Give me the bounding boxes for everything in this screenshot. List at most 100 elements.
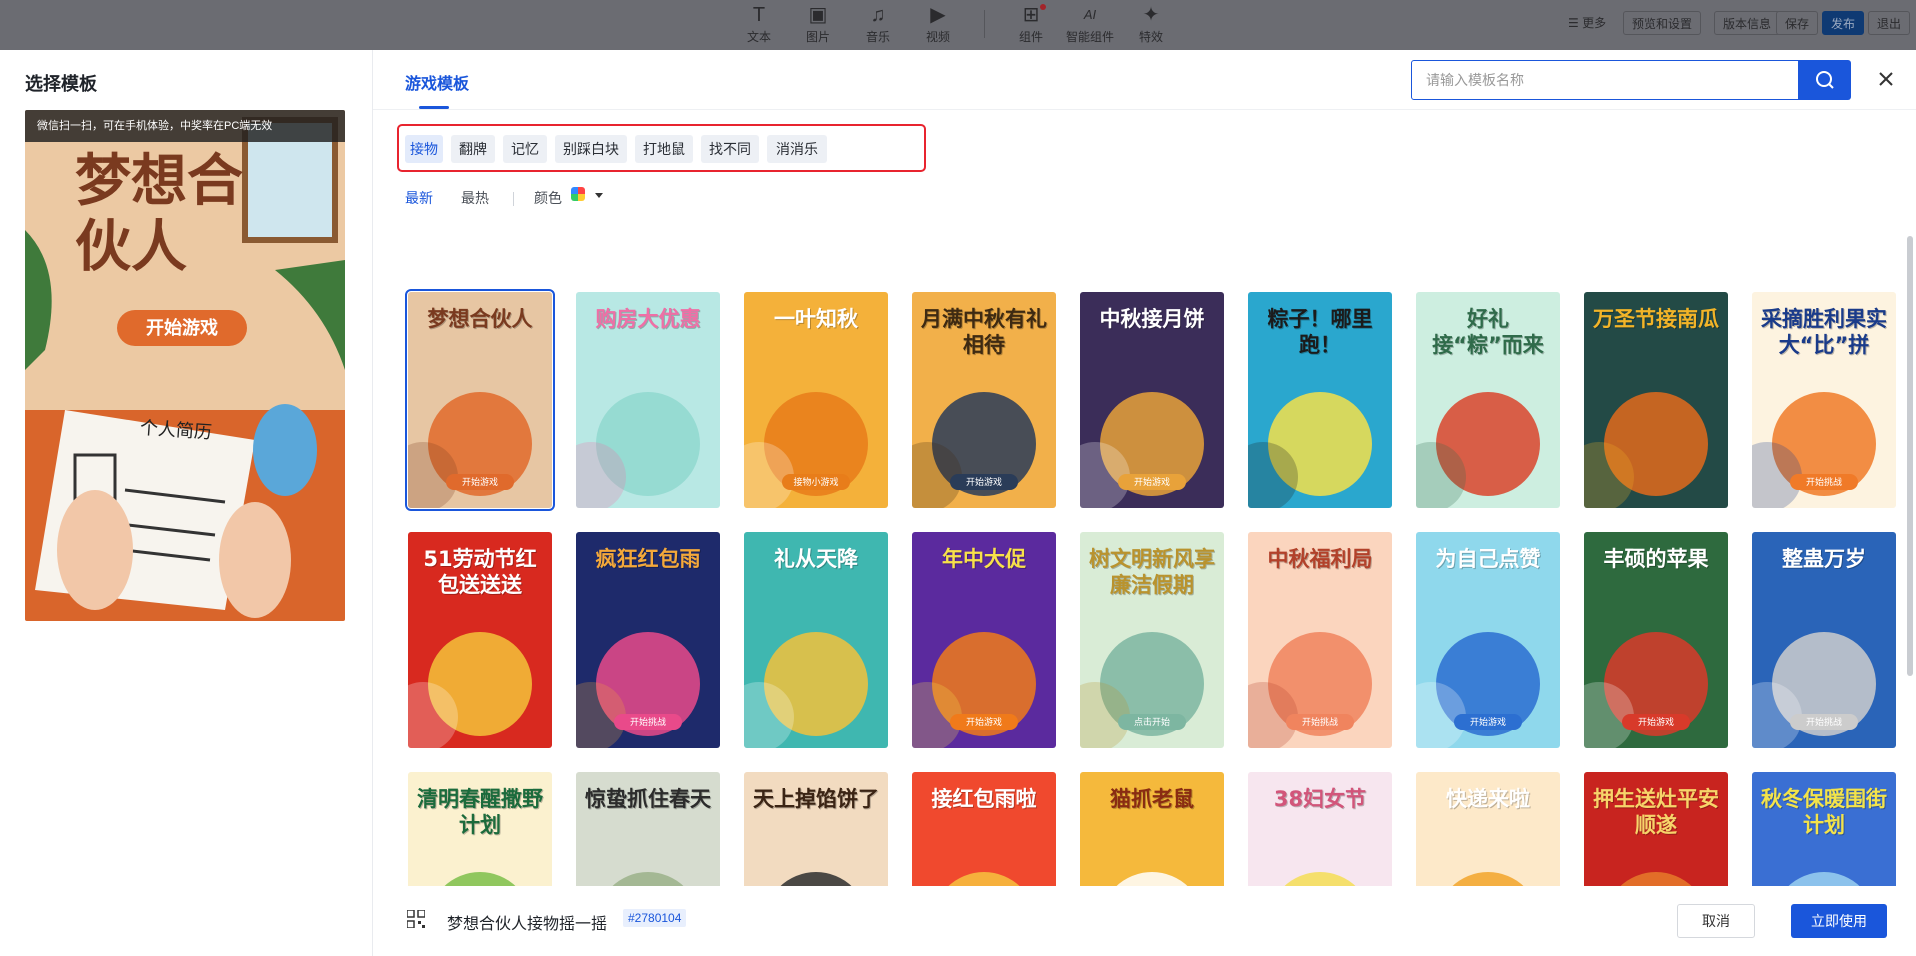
sort-hottest[interactable]: 最热 <box>461 188 489 208</box>
template-card[interactable]: 月满中秋有礼相待 开始游戏 <box>912 292 1056 508</box>
text-icon: T <box>752 4 766 26</box>
category-spot-difference[interactable]: 找不同 <box>701 135 759 163</box>
music-tool[interactable]: ♫ 音乐 <box>851 2 905 45</box>
template-card[interactable]: 万圣节接南瓜 <box>1584 292 1728 508</box>
save-button[interactable]: 保存 <box>1776 11 1819 35</box>
template-start-button: 开始游戏 <box>950 474 1018 490</box>
template-title: 天上掉馅饼了 <box>753 787 879 811</box>
toolbar-divider <box>984 10 985 38</box>
template-title: 押生送灶平安顺遂 <box>1593 787 1719 837</box>
scrollbar[interactable] <box>1907 236 1913 676</box>
color-filter-label[interactable]: 颜色 <box>534 188 562 208</box>
tab-underline <box>419 106 449 109</box>
more-label: 更多 <box>1582 16 1607 30</box>
search-icon <box>1816 71 1834 89</box>
template-card[interactable]: 一叶知秋 接物小游戏 <box>744 292 888 508</box>
template-card[interactable]: 年中大促 开始游戏 <box>912 532 1056 748</box>
image-tool[interactable]: ▣ 图片 <box>791 2 845 45</box>
tab-bar: 游戏模板 请输入模板名称 <box>373 50 1916 110</box>
template-browser: 游戏模板 请输入模板名称 接物 翻牌 记忆 别踩白块 打地鼠 找不同 消消乐 最… <box>373 50 1916 956</box>
version-info-button[interactable]: 版本信息 <box>1714 11 1781 35</box>
template-title: 采摘胜利果实大“比”拼 <box>1761 307 1887 357</box>
selected-template-id: #2780104 <box>623 909 687 927</box>
template-title: 猫抓老鼠 <box>1110 787 1194 811</box>
sort-newest[interactable]: 最新 <box>405 188 433 208</box>
effects-tool[interactable]: ✦ 特效 <box>1124 2 1178 45</box>
qrcode-icon[interactable] <box>407 910 425 928</box>
more-button[interactable]: ☰ 更多 <box>1560 11 1615 35</box>
text-tool[interactable]: T 文本 <box>732 2 786 45</box>
template-start-button: 开始挑战 <box>1790 474 1858 490</box>
category-flip[interactable]: 翻牌 <box>451 135 495 163</box>
image-icon: ▣ <box>808 4 828 26</box>
template-title: 粽子！哪里跑！ <box>1267 307 1373 357</box>
modal-title: 选择模板 <box>25 74 97 94</box>
tab-game-templates[interactable]: 游戏模板 <box>405 70 469 94</box>
category-whack-mole[interactable]: 打地鼠 <box>635 135 693 163</box>
template-start-button: 开始游戏 <box>1118 474 1186 490</box>
template-title: 好礼接“粽”而来 <box>1432 307 1544 357</box>
template-title: 丰硕的苹果 <box>1603 547 1709 571</box>
template-card[interactable]: 51劳动节红包送送送 <box>408 532 552 748</box>
ai-icon: AI <box>1083 7 1097 22</box>
template-card[interactable]: 树文明新风享廉洁假期 点击开始 <box>1080 532 1224 748</box>
exit-button[interactable]: 退出 <box>1868 11 1911 35</box>
smart-component-tool[interactable]: AI 智能组件 <box>1063 2 1117 45</box>
cancel-button[interactable]: 取消 <box>1677 904 1755 938</box>
chevron-down-icon[interactable] <box>595 193 603 198</box>
template-title: 中秋接月饼 <box>1099 307 1205 331</box>
music-tool-label: 音乐 <box>865 30 890 44</box>
video-tool-label: 视频 <box>925 30 950 44</box>
close-button[interactable] <box>1873 66 1899 92</box>
template-title: 中秋福利局 <box>1267 547 1373 571</box>
template-start-button: 开始挑战 <box>1286 714 1354 730</box>
template-start-button: 开始挑战 <box>614 714 682 730</box>
preview-settings-button[interactable]: 预览和设置 <box>1623 11 1702 35</box>
component-tool[interactable]: ⊞ 组件 <box>1004 2 1058 45</box>
template-card[interactable]: 中秋接月饼 开始游戏 <box>1080 292 1224 508</box>
template-preview: 微信扫一扫，可在手机体验，中奖率在PC端无效 梦想合伙人 开始游戏 个人简历 <box>25 110 345 621</box>
template-card[interactable]: 整蛊万岁 开始挑战 <box>1752 532 1896 748</box>
preview-card-title: 梦想合伙人 <box>75 148 243 280</box>
category-white-tiles[interactable]: 别踩白块 <box>555 135 627 163</box>
template-grid: 梦想合伙人 开始游戏 购房大优惠 一叶知秋 接物小游戏 月满中秋有礼相待 开始游戏 中秋接月饼… <box>373 236 1916 942</box>
publish-button[interactable]: 发布 <box>1822 11 1865 35</box>
template-start-button: 开始游戏 <box>1622 714 1690 730</box>
template-card[interactable]: 为自己点赞 开始游戏 <box>1416 532 1560 748</box>
category-catch[interactable]: 接物 <box>405 135 443 163</box>
template-title: 树文明新风享廉洁假期 <box>1089 547 1215 597</box>
color-swatch-icon[interactable] <box>571 187 585 201</box>
template-card[interactable]: 梦想合伙人 开始游戏 <box>405 289 555 511</box>
search-input[interactable]: 请输入模板名称 <box>1411 60 1799 100</box>
sparkle-icon: ✦ <box>1142 4 1160 26</box>
effects-tool-label: 特效 <box>1138 30 1163 44</box>
editor-toolbar: T 文本 ▣ 图片 ♫ 音乐 ▶ 视频 ⊞ 组件 AI 智能组件 ✦ 特效 ☰ 更多 预览和设… <box>0 0 1916 50</box>
template-card[interactable]: 礼从天降 <box>744 532 888 748</box>
search-button[interactable] <box>1799 60 1851 100</box>
template-start-button: 接物小游戏 <box>782 474 850 490</box>
template-title: 礼从天降 <box>774 547 858 571</box>
video-tool[interactable]: ▶ 视频 <box>911 2 965 45</box>
selected-template-name: 梦想合伙人接物摇一摇 <box>447 916 608 933</box>
template-title: 秋冬保暖围街计划 <box>1761 787 1887 837</box>
preview-start-button: 开始游戏 <box>117 310 247 346</box>
template-start-button: 开始游戏 <box>950 714 1018 730</box>
template-title: 惊蛰抓住春天 <box>585 787 711 811</box>
template-title: 为自己点赞 <box>1435 547 1541 571</box>
template-card[interactable]: 采摘胜利果实大“比”拼开始挑战 <box>1752 292 1896 508</box>
category-match3[interactable]: 消消乐 <box>767 135 827 163</box>
category-memory[interactable]: 记忆 <box>503 135 547 163</box>
component-icon: ⊞ <box>1022 4 1040 26</box>
template-card[interactable]: 中秋福利局 开始挑战 <box>1248 532 1392 748</box>
template-card[interactable]: 丰硕的苹果 开始游戏 <box>1584 532 1728 748</box>
text-tool-label: 文本 <box>746 30 771 44</box>
preview-tip: 微信扫一扫，可在手机体验，中奖率在PC端无效 <box>25 110 345 142</box>
use-now-button[interactable]: 立即使用 <box>1791 904 1887 938</box>
template-title: 51劳动节红包送送送 <box>423 547 537 597</box>
template-card[interactable]: 疯狂红包雨 开始挑战 <box>576 532 720 748</box>
template-card[interactable]: 好礼接“粽”而来 <box>1416 292 1560 508</box>
template-card[interactable]: 购房大优惠 <box>576 292 720 508</box>
template-card[interactable]: 粽子！哪里跑！ <box>1248 292 1392 508</box>
template-title: 年中大促 <box>942 547 1026 571</box>
sort-divider <box>513 192 514 206</box>
